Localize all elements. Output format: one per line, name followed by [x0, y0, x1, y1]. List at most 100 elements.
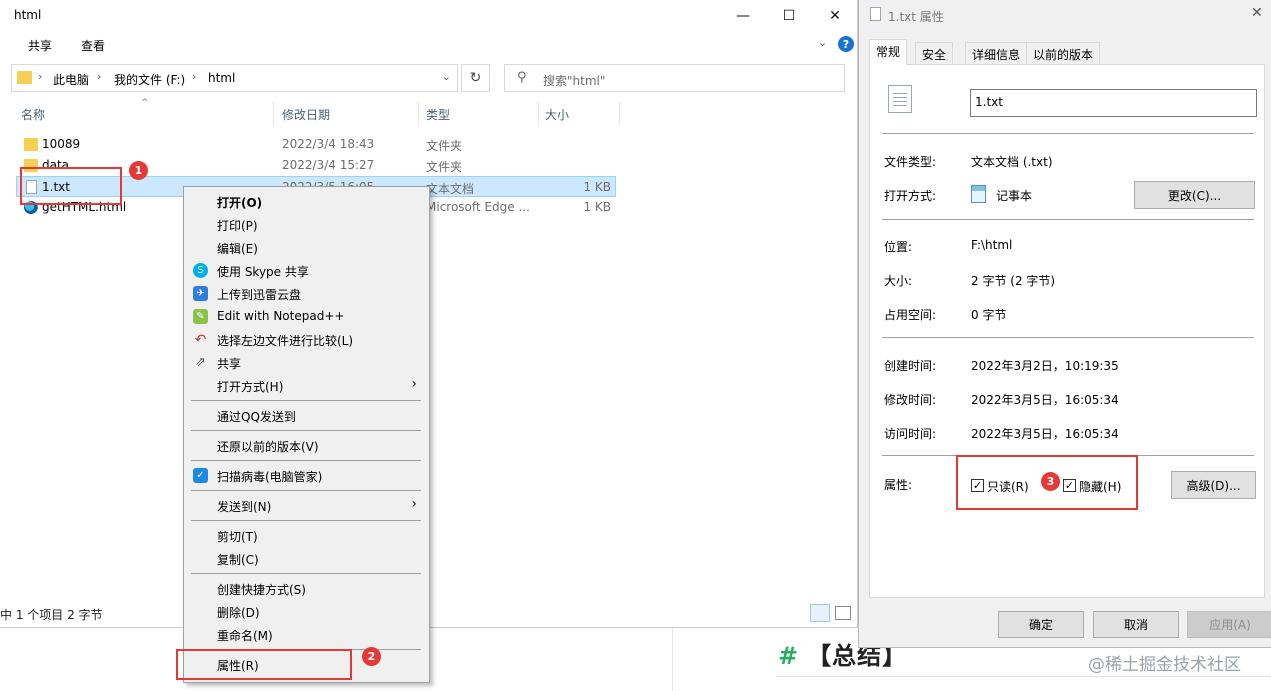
- close-button[interactable]: ✕: [812, 0, 858, 31]
- search-icon: ⚲: [517, 70, 527, 85]
- watermark: @稀土掘金技术社区: [1088, 655, 1241, 675]
- chevron-right-icon[interactable]: ›: [97, 70, 101, 83]
- menu-item-compare[interactable]: ↶ 选择左边文件进行比较(L): [184, 328, 429, 350]
- menu-item-label: 共享: [217, 357, 242, 371]
- menu-item-qq-send[interactable]: 通过QQ发送到: [184, 404, 429, 426]
- large-icons-view-icon[interactable]: [835, 606, 851, 620]
- menu-item-label: 复制(C): [217, 553, 259, 567]
- minimize-button[interactable]: —: [720, 0, 766, 31]
- column-divider[interactable]: [538, 102, 539, 126]
- menu-item-edit[interactable]: 编辑(E): [184, 236, 429, 258]
- tab-general[interactable]: 常规: [869, 39, 908, 65]
- menu-item-virus-scan[interactable]: ✓ 扫描病毒(电脑管家): [184, 464, 429, 486]
- text-file-icon: [888, 85, 912, 113]
- annotation-number: 2: [362, 647, 381, 666]
- chevron-down-icon[interactable]: ⌄: [442, 70, 451, 83]
- file-row[interactable]: 10089 2022/3/4 18:43 文件夹: [16, 134, 616, 155]
- ribbon-tabs: 共享 查看: [0, 32, 858, 57]
- notepad-icon: [971, 185, 986, 203]
- menu-separator: [191, 573, 421, 574]
- close-icon[interactable]: ✕: [1251, 5, 1263, 21]
- menu-item-copy[interactable]: 复制(C): [184, 547, 429, 569]
- breadcrumb-html[interactable]: html: [208, 71, 235, 85]
- advanced-button[interactable]: 高级(D)...: [1171, 471, 1256, 499]
- menu-item-open-with[interactable]: 打开方式(H) ›: [184, 374, 429, 396]
- filename-field[interactable]: 1.txt: [970, 89, 1257, 117]
- chevron-right-icon: ›: [411, 376, 417, 392]
- file-type: Microsoft Edge ...: [426, 200, 530, 214]
- column-divider[interactable]: [619, 102, 620, 126]
- menu-item-label: 上传到迅雷云盘: [217, 288, 302, 302]
- size-value: 2 字节 (2 字节): [971, 274, 1056, 288]
- menu-item-label: 发送到(N): [217, 500, 272, 514]
- menu-item-open[interactable]: 打开(O): [184, 190, 429, 212]
- expand-ribbon-icon[interactable]: ⌄: [818, 36, 827, 49]
- column-header-name[interactable]: 名称: [21, 106, 45, 123]
- menu-item-send-to[interactable]: 发送到(N) ›: [184, 494, 429, 516]
- open-with-label: 打开方式:: [884, 189, 937, 203]
- menu-item-label: 使用 Skype 共享: [217, 265, 309, 279]
- accessed-value: 2022年3月5日，16:05:34: [971, 427, 1119, 441]
- refresh-button[interactable]: ↻: [461, 64, 490, 92]
- menu-item-label: 打开方式(H): [217, 380, 284, 394]
- menu-item-rename[interactable]: 重命名(M): [184, 623, 429, 645]
- background-rule: [776, 676, 1271, 677]
- sort-arrow-icon: ^: [141, 98, 149, 108]
- apply-button[interactable]: 应用(A): [1187, 611, 1271, 638]
- maximize-button[interactable]: ☐: [766, 0, 812, 31]
- tab-previous-versions[interactable]: 以前的版本: [1026, 42, 1101, 64]
- menu-item-label: 删除(D): [217, 606, 260, 620]
- menu-item-label: 打开(O): [217, 196, 263, 210]
- dialog-title: 1.txt 属性: [888, 10, 944, 24]
- tab-share[interactable]: 共享: [28, 37, 52, 54]
- tab-details[interactable]: 详细信息: [965, 42, 1028, 64]
- menu-item-thunder-upload[interactable]: ✈ 上传到迅雷云盘: [184, 282, 429, 304]
- details-view-icon[interactable]: [810, 604, 830, 622]
- search-input[interactable]: ⚲ 搜索"html": [504, 64, 845, 92]
- cancel-button[interactable]: 取消: [1093, 611, 1179, 638]
- help-icon[interactable]: ?: [838, 36, 854, 52]
- tab-security[interactable]: 安全: [915, 42, 954, 64]
- menu-item-label: 编辑(E): [217, 242, 258, 256]
- menu-item-notepad-plus[interactable]: ✎ Edit with Notepad++: [184, 305, 429, 327]
- ok-button[interactable]: 确定: [998, 611, 1084, 638]
- menu-item-create-shortcut[interactable]: 创建快捷方式(S): [184, 577, 429, 599]
- column-header-date[interactable]: 修改日期: [282, 106, 330, 123]
- title-bar[interactable]: html — ☐ ✕: [0, 0, 858, 31]
- location-label: 位置:: [884, 240, 913, 254]
- annotation-number: 3: [1041, 472, 1060, 491]
- chevron-right-icon[interactable]: ›: [192, 70, 196, 83]
- menu-item-label: 创建快捷方式(S): [217, 583, 306, 597]
- column-header-type[interactable]: 类型: [426, 106, 450, 123]
- menu-item-label: 选择左边文件进行比较(L): [217, 334, 354, 348]
- tab-view[interactable]: 查看: [81, 37, 105, 54]
- column-divider[interactable]: [273, 102, 274, 126]
- compare-icon: ↶: [194, 331, 207, 348]
- menu-item-cut[interactable]: 剪切(T): [184, 524, 429, 546]
- disk-size-label: 占用空间:: [884, 308, 937, 322]
- menu-item-label: Edit with Notepad++: [217, 309, 345, 323]
- menu-item-share[interactable]: ⇗ 共享: [184, 351, 429, 373]
- column-header-size[interactable]: 大小: [545, 106, 569, 123]
- annotation-number: 1: [129, 161, 148, 180]
- location-value: F:\html: [971, 238, 1013, 252]
- text-file-icon: [870, 7, 881, 21]
- folder-icon: [24, 138, 38, 151]
- menu-item-label: 扫描病毒(电脑管家): [217, 470, 323, 484]
- menu-item-delete[interactable]: 删除(D): [184, 600, 429, 622]
- breadcrumb-drive[interactable]: 我的文件 (F:): [114, 71, 185, 88]
- menu-item-restore-versions[interactable]: 还原以前的版本(V): [184, 434, 429, 456]
- modified-label: 修改时间:: [884, 393, 937, 407]
- address-bar[interactable]: › 此电脑 › 我的文件 (F:) › html ⌄: [11, 64, 458, 92]
- menu-item-skype-share[interactable]: S 使用 Skype 共享: [184, 259, 429, 281]
- file-type: 文本文档: [426, 182, 475, 196]
- menu-separator: [191, 430, 421, 431]
- menu-item-label: 打印(P): [217, 219, 258, 233]
- breadcrumb-this-pc[interactable]: 此电脑: [53, 71, 89, 88]
- menu-item-print[interactable]: 打印(P): [184, 213, 429, 235]
- column-divider[interactable]: [418, 102, 419, 126]
- chevron-right-icon[interactable]: ›: [38, 70, 42, 83]
- annotation-box: [176, 649, 352, 680]
- change-button[interactable]: 更改(C)...: [1134, 181, 1255, 209]
- shield-icon: ✓: [193, 468, 208, 483]
